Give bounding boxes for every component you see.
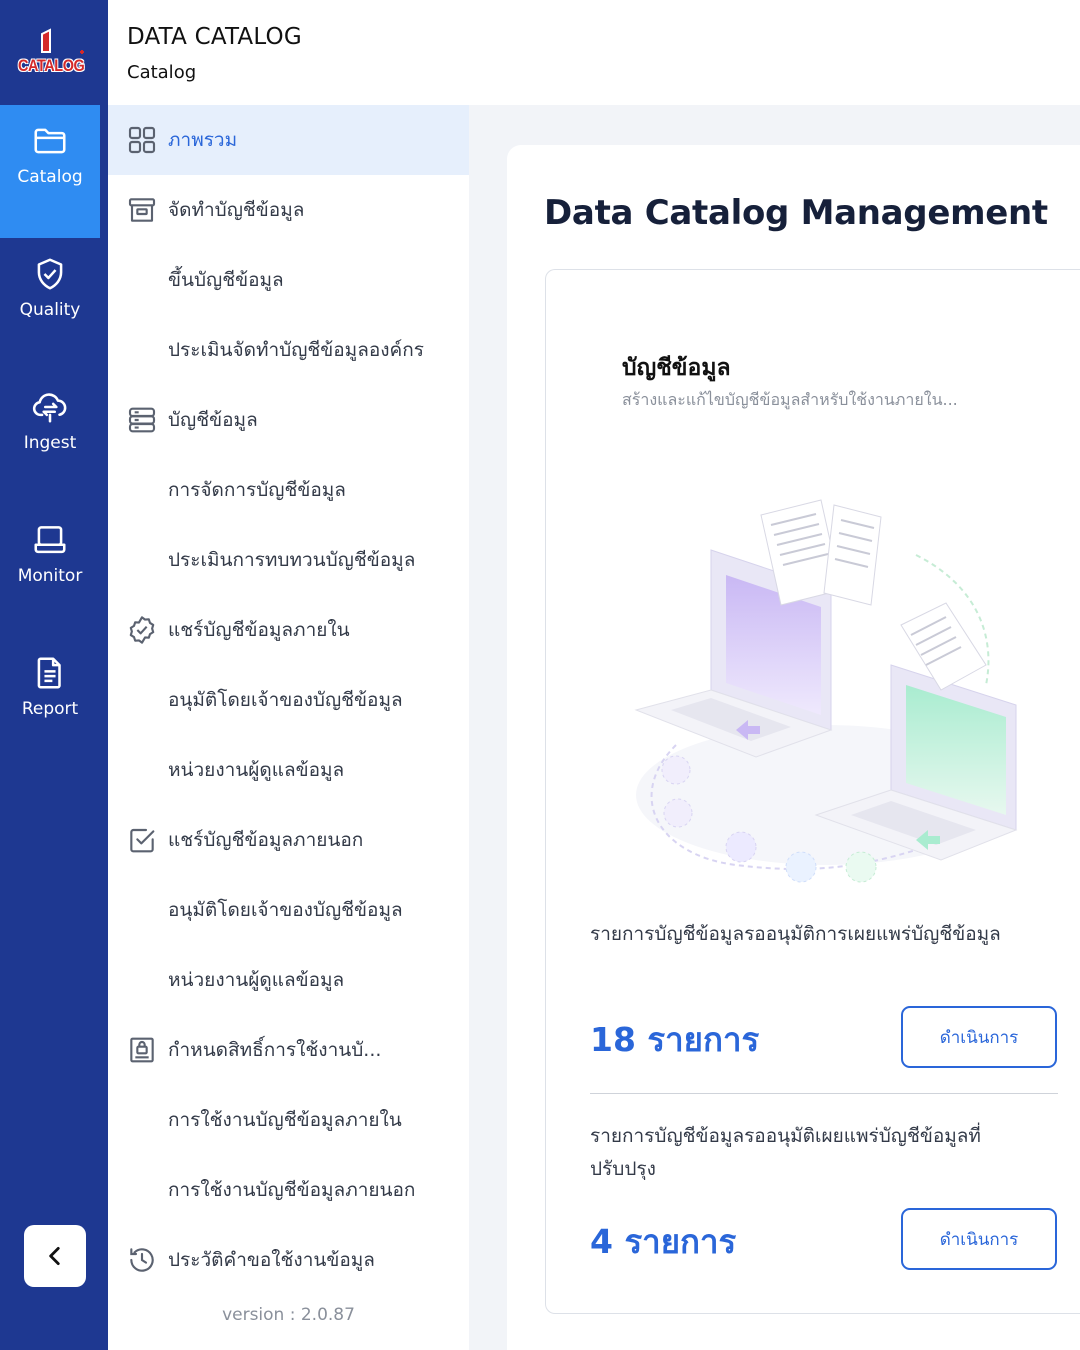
menu-item-create-catalog[interactable]: จัดทำบัญชีข้อมูล: [108, 175, 469, 245]
rail-label: Report: [21, 699, 79, 719]
menu-item-data-steward-external[interactable]: หน่วยงานผู้ดูแลข้อมูล: [108, 945, 469, 1015]
logo-text: CATALOG: [18, 56, 85, 75]
menu-item-owner-approval-external[interactable]: อนุมัติโดยเจ้าของบัญชีข้อมูล: [108, 875, 469, 945]
pending-update-label: รายการบัญชีข้อมูลรออนุมัติเผยแพร่บัญชีข้…: [590, 1125, 981, 1180]
folder-icon: [34, 128, 66, 154]
menu-item-owner-approval-internal[interactable]: อนุมัติโดยเจ้าของบัญชีข้อมูล: [108, 665, 469, 735]
rail-item-quality[interactable]: Quality: [0, 238, 100, 371]
clock-history-icon: [130, 1248, 154, 1272]
menu-item-request-history[interactable]: ประวัติคำขอใช้งานข้อมูล: [108, 1225, 469, 1295]
shield-check-icon: [37, 258, 63, 290]
menu-item-label: จัดทำบัญชีข้อมูล: [168, 199, 305, 221]
menu-item-label: ภาพรวม: [168, 129, 238, 151]
menu-item-label: แชร์บัญชีข้อมูลภายนอก: [168, 829, 364, 851]
menu-item-review-catalog[interactable]: ประเมินการทบทวนบัญชีข้อมูล: [108, 525, 469, 595]
collapse-sidebar-button[interactable]: [24, 1225, 86, 1287]
divider: [590, 1093, 1058, 1094]
rail-item-catalog[interactable]: Catalog: [0, 105, 100, 238]
chevron-left-icon: [49, 1247, 60, 1265]
menu-item-label: หน่วยงานผู้ดูแลข้อมูล: [168, 759, 345, 781]
archive-box-icon: [128, 198, 156, 222]
catalog-submenu: ภาพรวม จัดทำบัญชีข้อมูล ขึ้นบัญชีข้อมูล …: [108, 105, 469, 1350]
menu-item-manage-catalog[interactable]: การจัดการบัญชีข้อมูล: [108, 455, 469, 525]
rail-label: Catalog: [17, 167, 83, 187]
rail-item-ingest[interactable]: Ingest: [0, 371, 100, 504]
menu-item-register-catalog[interactable]: ขึ้นบัญชีข้อมูล: [108, 245, 469, 315]
menu-item-label: ขึ้นบัญชีข้อมูล: [168, 269, 284, 291]
process-publish-button[interactable]: ดำเนินการ: [901, 1006, 1057, 1068]
menu-item-share-external[interactable]: แชร์บัญชีข้อมูลภายนอก: [108, 805, 469, 875]
menu-item-label: หน่วยงานผู้ดูแลข้อมูล: [168, 969, 345, 991]
menu-item-label: ประเมินการทบทวนบัญชีข้อมูล: [168, 549, 416, 571]
pending-publish-count: 18 รายการ: [590, 1020, 760, 1059]
rail-item-report[interactable]: Report: [0, 637, 100, 770]
process-update-button[interactable]: ดำเนินการ: [901, 1208, 1057, 1270]
menu-item-label: กำหนดสิทธิ์การใช้งานบั...: [168, 1039, 382, 1061]
menu-item-label: ประวัติคำขอใช้งานข้อมูล: [168, 1249, 375, 1271]
badge-check-icon: [129, 616, 155, 644]
menu-item-internal-usage[interactable]: การใช้งานบัญชีข้อมูลภายใน: [108, 1085, 469, 1155]
menu-item-label: แชร์บัญชีข้อมูลภายใน: [168, 619, 350, 641]
section-description: สร้างและแก้ไขบัญชีข้อมูลสำหรับใช้งานภายใ…: [622, 390, 958, 409]
catalog-summary-card: บัญชีข้อมูล สร้างและแก้ไขบัญชีข้อมูลสำหร…: [545, 269, 1080, 1314]
breadcrumb: Catalog: [127, 62, 197, 83]
menu-item-label: การใช้งานบัญชีข้อมูลภายใน: [168, 1109, 402, 1131]
menu-item-data-steward-internal[interactable]: หน่วยงานผู้ดูแลข้อมูล: [108, 735, 469, 805]
rail-item-monitor[interactable]: Monitor: [0, 504, 100, 637]
menu-item-data-catalog[interactable]: บัญชีข้อมูล: [108, 385, 469, 455]
grid-icon: [128, 126, 156, 154]
rail-label: Ingest: [23, 433, 77, 453]
menu-item-label: อนุมัติโดยเจ้าของบัญชีข้อมูล: [168, 689, 403, 711]
nav-rail: CATALOG Catalog Quality Ingest Monitor R…: [0, 0, 108, 1350]
cloud-sync-icon: [32, 393, 67, 423]
laptop-icon: [34, 526, 66, 554]
page-title: Data Catalog Management: [544, 193, 1048, 233]
app-title: DATA CATALOG: [127, 24, 302, 50]
app-version: version : 2.0.87: [222, 1305, 355, 1325]
menu-item-permissions[interactable]: กำหนดสิทธิ์การใช้งานบั...: [108, 1015, 469, 1085]
section-title: บัญชีข้อมูล: [622, 355, 731, 381]
rail-label: Monitor: [17, 566, 83, 586]
rail-label: Quality: [19, 300, 81, 320]
app-logo[interactable]: CATALOG: [14, 28, 92, 84]
document-icon: [37, 657, 61, 689]
menu-item-label: อนุมัติโดยเจ้าของบัญชีข้อมูล: [168, 899, 403, 921]
laptops-illustration: [634, 499, 1018, 883]
menu-item-label: การจัดการบัญชีข้อมูล: [168, 479, 346, 501]
page-header: DATA CATALOG Catalog: [108, 0, 1080, 105]
pending-publish-label: รายการบัญชีข้อมูลรออนุมัติการเผยแพร่บัญช…: [590, 923, 1001, 945]
menu-item-label: การใช้งานบัญชีข้อมูลภายนอก: [168, 1179, 416, 1201]
user-lock-icon: [130, 1037, 154, 1063]
pending-update-count: 4 รายการ: [590, 1222, 737, 1261]
menu-item-overview[interactable]: ภาพรวม: [108, 105, 469, 175]
menu-item-assess-org-catalog[interactable]: ประเมินจัดทำบัญชีข้อมูลองค์กร: [108, 315, 469, 385]
menu-item-label: ประเมินจัดทำบัญชีข้อมูลองค์กร: [168, 339, 424, 361]
server-icon: [128, 407, 156, 433]
checkbox-icon: [130, 828, 155, 853]
menu-item-label: บัญชีข้อมูล: [168, 409, 258, 431]
menu-item-external-usage[interactable]: การใช้งานบัญชีข้อมูลภายนอก: [108, 1155, 469, 1225]
menu-item-share-internal[interactable]: แชร์บัญชีข้อมูลภายใน: [108, 595, 469, 665]
